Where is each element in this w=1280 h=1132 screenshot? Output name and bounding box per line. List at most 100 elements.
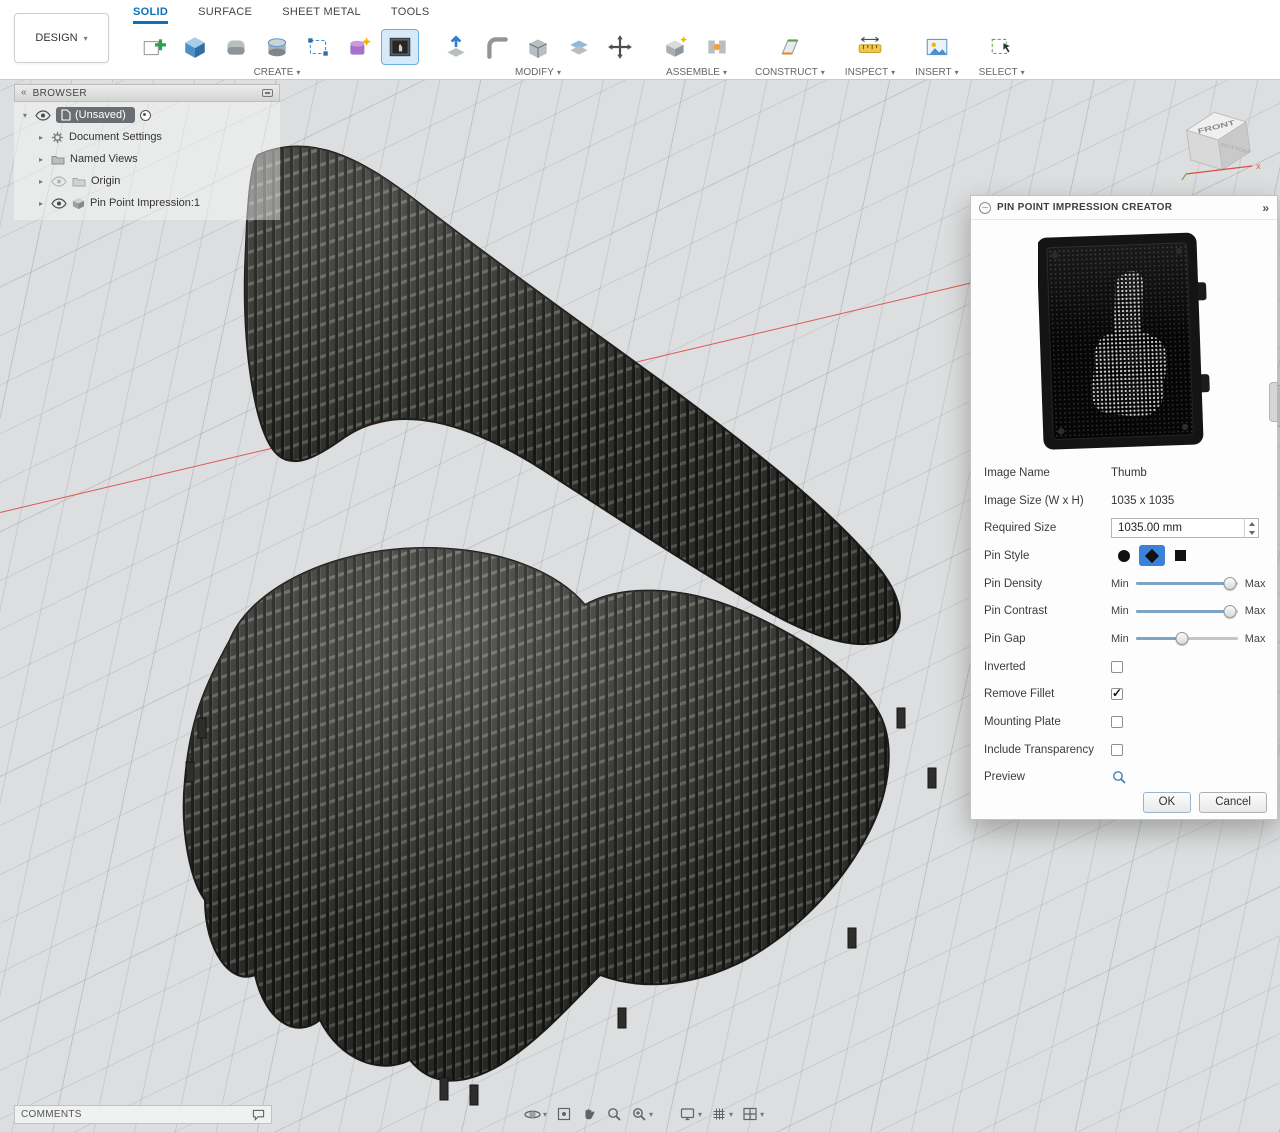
document-root-item[interactable]: (Unsaved) bbox=[56, 107, 135, 123]
pan-tool[interactable] bbox=[581, 1106, 597, 1122]
tree-collapsed-icon[interactable]: ▸ bbox=[36, 133, 46, 142]
activate-component-radio[interactable] bbox=[140, 110, 151, 121]
insert-group-dropdown[interactable]: INSERT▾ bbox=[915, 67, 959, 78]
modify-group-dropdown[interactable]: MODIFY▾ bbox=[515, 67, 561, 78]
collapse-dialog-icon[interactable]: – bbox=[979, 202, 991, 214]
tree-collapsed-icon[interactable]: ▸ bbox=[36, 155, 46, 164]
box-primitive-icon[interactable] bbox=[177, 30, 213, 64]
mounting-plate-checkbox[interactable] bbox=[1111, 716, 1123, 728]
grid-and-snaps[interactable]: ▾ bbox=[711, 1106, 733, 1122]
chevron-down-icon[interactable]: ▾ bbox=[543, 1110, 547, 1119]
create-group-dropdown[interactable]: CREATE▾ bbox=[254, 67, 301, 78]
tree-row-pin-point-impression[interactable]: ▸ Pin Point Impression:1 bbox=[14, 192, 280, 214]
pin-point-impression-tool-icon[interactable] bbox=[382, 30, 418, 64]
visibility-eye-icon[interactable] bbox=[51, 198, 67, 209]
chevron-down-icon[interactable]: ▾ bbox=[649, 1110, 653, 1119]
cancel-button[interactable]: Cancel bbox=[1199, 792, 1267, 813]
tab-tools[interactable]: TOOLS bbox=[391, 0, 430, 24]
group-assemble: ASSEMBLE▾ bbox=[648, 24, 745, 78]
tree-item-label[interactable]: Named Views bbox=[70, 153, 138, 165]
tree-collapsed-icon[interactable]: ▸ bbox=[36, 177, 46, 186]
display-monitor-icon bbox=[679, 1106, 696, 1122]
tree-row-document-settings[interactable]: ▸ Document Settings bbox=[14, 126, 280, 148]
create-sketch-icon[interactable] bbox=[136, 30, 172, 64]
design-menu-button[interactable]: DESIGN ▾ bbox=[14, 13, 109, 63]
joint-icon[interactable] bbox=[699, 30, 735, 64]
spinner-down-button[interactable] bbox=[1245, 528, 1258, 537]
new-component-icon[interactable] bbox=[658, 30, 694, 64]
assemble-group-dropdown[interactable]: ASSEMBLE▾ bbox=[666, 67, 727, 78]
remove-fillet-checkbox[interactable] bbox=[1111, 688, 1123, 700]
tree-expanded-icon[interactable]: ▾ bbox=[20, 111, 30, 120]
tab-solid[interactable]: SOLID bbox=[133, 0, 168, 24]
tree-row-origin[interactable]: ▸ Origin bbox=[14, 170, 280, 192]
pin-density-slider[interactable] bbox=[1136, 576, 1238, 591]
pin-style-circle-option[interactable] bbox=[1111, 545, 1137, 566]
construction-plane-icon[interactable] bbox=[772, 30, 808, 64]
tree-item-label[interactable]: Origin bbox=[91, 175, 120, 187]
tree-collapsed-icon[interactable]: ▸ bbox=[36, 199, 46, 208]
browser-header[interactable]: « BROWSER bbox=[14, 84, 280, 102]
required-size-input[interactable]: 1035.00 mm bbox=[1111, 518, 1259, 538]
view-cube[interactable]: FRONT BOTTOM X bbox=[1172, 100, 1264, 182]
spinner-up-button[interactable] bbox=[1245, 519, 1258, 528]
tree-row-named-views[interactable]: ▸ Named Views bbox=[14, 148, 280, 170]
include-transparency-checkbox[interactable] bbox=[1111, 744, 1123, 756]
inverted-checkbox[interactable] bbox=[1111, 661, 1123, 673]
tree-row-root[interactable]: ▾ (Unsaved) bbox=[14, 104, 280, 126]
create-form-icon[interactable] bbox=[218, 30, 254, 64]
ok-button[interactable]: OK bbox=[1143, 792, 1192, 813]
insert-image-icon[interactable] bbox=[919, 30, 955, 64]
plastic-feature-icon[interactable] bbox=[341, 30, 377, 64]
rectangular-pattern-icon[interactable] bbox=[300, 30, 336, 64]
move-copy-icon[interactable] bbox=[602, 30, 638, 64]
chevron-down-icon[interactable]: ▾ bbox=[729, 1110, 733, 1119]
comment-bubble-icon[interactable] bbox=[252, 1109, 265, 1121]
pin-gap-slider[interactable] bbox=[1136, 631, 1238, 646]
zoom-window-tool[interactable]: ▾ bbox=[631, 1106, 653, 1122]
chevron-down-icon: ▾ bbox=[84, 34, 88, 43]
cylinder-primitive-icon[interactable] bbox=[259, 30, 295, 64]
pin-contrast-slider[interactable] bbox=[1136, 604, 1238, 619]
measure-icon[interactable] bbox=[852, 30, 888, 64]
fillet-icon[interactable] bbox=[479, 30, 515, 64]
shell-icon[interactable] bbox=[520, 30, 556, 64]
row-pin-contrast: Pin Contrast Min Max bbox=[984, 597, 1267, 625]
comments-bar[interactable]: COMMENTS bbox=[14, 1105, 272, 1124]
look-at-tool[interactable] bbox=[556, 1106, 572, 1122]
dialog-header[interactable]: – PIN POINT IMPRESSION CREATOR » bbox=[971, 196, 1277, 220]
dialog-snap-handle[interactable] bbox=[1269, 382, 1278, 422]
inspect-group-dropdown[interactable]: INSPECT▾ bbox=[845, 67, 895, 78]
tab-surface[interactable]: SURFACE bbox=[198, 0, 252, 24]
zoom-tool[interactable] bbox=[606, 1106, 622, 1122]
visibility-eye-icon[interactable] bbox=[35, 110, 51, 121]
slider-handle[interactable] bbox=[1175, 632, 1188, 645]
select-cursor-icon[interactable] bbox=[984, 30, 1020, 64]
orbit-tool[interactable]: ▾ bbox=[524, 1106, 547, 1123]
construct-group-dropdown[interactable]: CONSTRUCT▾ bbox=[755, 67, 825, 78]
tree-item-label[interactable]: Pin Point Impression:1 bbox=[90, 197, 200, 209]
slider-handle[interactable] bbox=[1223, 577, 1236, 590]
row-image-name: Image Name Thumb bbox=[984, 459, 1267, 487]
panel-options-icon[interactable] bbox=[262, 89, 273, 97]
chevron-down-icon[interactable]: ▾ bbox=[760, 1110, 764, 1119]
tab-sheet-metal[interactable]: SHEET METAL bbox=[282, 0, 361, 24]
slider-handle[interactable] bbox=[1223, 605, 1236, 618]
press-pull-icon[interactable] bbox=[438, 30, 474, 64]
preview-search-icon[interactable] bbox=[1111, 769, 1127, 785]
image-name-value: Thumb bbox=[1111, 467, 1147, 479]
browser-title: BROWSER bbox=[33, 88, 256, 99]
pin-style-square-option[interactable] bbox=[1167, 545, 1193, 566]
visibility-off-eye-icon[interactable] bbox=[51, 176, 67, 187]
viewport-layout[interactable]: ▾ bbox=[742, 1106, 764, 1122]
tree-item-label[interactable]: Document Settings bbox=[69, 131, 162, 143]
collapse-panel-icon[interactable]: « bbox=[21, 88, 27, 98]
chevron-down-icon[interactable]: ▾ bbox=[698, 1110, 702, 1119]
pin-model-thumbs-up[interactable] bbox=[140, 110, 970, 1110]
row-pin-gap: Pin Gap Min Max bbox=[984, 625, 1267, 653]
combine-icon[interactable] bbox=[561, 30, 597, 64]
pin-style-diamond-option-selected[interactable] bbox=[1139, 545, 1165, 566]
select-group-dropdown[interactable]: SELECT▾ bbox=[979, 67, 1025, 78]
detach-dialog-icon[interactable]: » bbox=[1262, 201, 1269, 215]
display-settings[interactable]: ▾ bbox=[679, 1106, 702, 1122]
